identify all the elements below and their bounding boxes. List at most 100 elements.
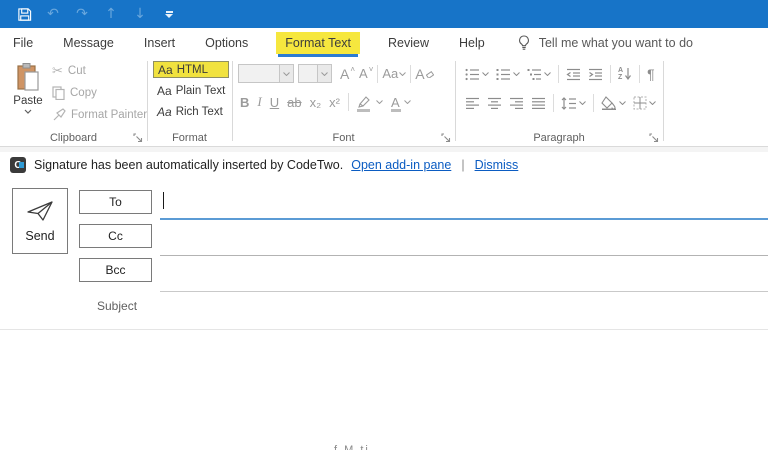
superscript-button[interactable]: x² <box>329 95 340 110</box>
grow-font-button[interactable]: A ˄ <box>340 65 355 82</box>
link-separator: | <box>461 158 465 172</box>
send-label: Send <box>25 229 55 243</box>
clipboard-dialog-launcher-icon[interactable] <box>133 133 143 143</box>
format-rich-text-button[interactable]: Aa Rich Text <box>153 103 229 120</box>
tab-options[interactable]: Options <box>203 31 250 55</box>
to-field[interactable] <box>160 218 768 220</box>
codetwo-logo-icon: C <box>10 157 26 173</box>
font-group-label: Font <box>332 132 355 144</box>
bcc-field[interactable] <box>160 291 768 292</box>
customize-quick-access-icon[interactable] <box>161 6 177 22</box>
to-button[interactable]: To <box>79 190 152 214</box>
format-group-label: Format <box>172 132 207 144</box>
tell-me-box[interactable]: Tell me what you want to do <box>517 34 693 51</box>
tab-format-text[interactable]: Format Text <box>276 31 361 57</box>
italic-button[interactable]: I <box>257 94 261 110</box>
paragraph-dialog-launcher-icon[interactable] <box>649 133 659 143</box>
tab-file[interactable]: File <box>11 31 35 55</box>
format-plain-text-label: Plain Text <box>175 84 226 97</box>
tell-me-label: Tell me what you want to do <box>538 35 693 50</box>
separator <box>553 94 554 112</box>
copy-label: Copy <box>70 86 97 99</box>
paste-button[interactable]: Paste <box>8 62 48 138</box>
tab-review[interactable]: Review <box>386 31 431 55</box>
format-plain-text-button[interactable]: Aa Plain Text <box>153 82 229 99</box>
send-button[interactable]: Send <box>12 188 68 254</box>
subscript-button[interactable]: x₂ <box>310 95 322 110</box>
justify-button[interactable] <box>531 97 546 110</box>
aa-sample: Aa <box>157 104 172 119</box>
text-highlight-color-button[interactable] <box>356 95 383 112</box>
align-center-button[interactable] <box>487 97 502 110</box>
format-html-button[interactable]: Aa HTML <box>153 61 230 78</box>
paintbrush-icon <box>52 107 66 122</box>
scissors-icon: ✂ <box>52 62 63 78</box>
separator <box>593 94 594 112</box>
grow-font-glyph: A <box>340 65 350 82</box>
shading-button[interactable] <box>601 96 626 110</box>
shrink-font-glyph: A <box>359 66 368 81</box>
notification-text: Signature has been automatically inserte… <box>34 158 344 172</box>
cut-button[interactable]: ✂ Cut <box>52 63 147 78</box>
bullet-list-button[interactable] <box>465 68 489 81</box>
redo-icon[interactable]: ↷ <box>74 6 90 22</box>
align-left-button[interactable] <box>465 97 480 110</box>
text-cursor <box>163 192 164 209</box>
format-rich-text-label: Rich Text <box>175 105 223 118</box>
change-case-glyph: Aa <box>382 66 399 81</box>
font-dialog-launcher-icon[interactable] <box>441 133 451 143</box>
bold-button[interactable]: B <box>240 95 249 110</box>
show-paragraph-marks-button[interactable]: ¶ <box>647 66 655 82</box>
format-painter-button[interactable]: Format Painter <box>52 107 147 122</box>
tab-insert[interactable]: Insert <box>142 31 177 55</box>
line-spacing-button[interactable] <box>561 96 586 110</box>
cc-button[interactable]: Cc <box>79 224 152 248</box>
bcc-button[interactable]: Bcc <box>79 258 152 282</box>
increase-indent-button[interactable] <box>588 68 603 81</box>
open-addin-pane-link[interactable]: Open add-in pane <box>351 158 451 172</box>
separator <box>610 65 611 83</box>
dismiss-link[interactable]: Dismiss <box>475 158 519 172</box>
ribbon-tab-bar: File Message Insert Options Format Text … <box>0 28 768 57</box>
clear-formatting-glyph: A <box>415 65 425 82</box>
cc-field[interactable] <box>160 255 768 256</box>
clipboard-group: Paste ✂ Cut Copy Format Painter Clipboar… <box>0 57 147 147</box>
undo-icon[interactable]: ↶ <box>45 6 61 22</box>
separator <box>347 93 349 111</box>
align-right-button[interactable] <box>509 97 524 110</box>
format-painter-label: Format Painter <box>71 108 148 121</box>
tab-message[interactable]: Message <box>61 31 116 55</box>
quick-access-toolbar: ↶ ↷ ↑ ↓ <box>0 6 177 22</box>
decrease-indent-button[interactable] <box>566 68 581 81</box>
sort-button[interactable]: AZ <box>618 67 632 81</box>
change-case-button[interactable]: Aa <box>382 66 407 81</box>
font-name-combobox[interactable] <box>238 64 294 83</box>
font-size-combobox[interactable] <box>298 64 332 83</box>
sort-a: A <box>618 67 624 74</box>
multilevel-list-button[interactable] <box>527 68 551 81</box>
format-html-label: HTML <box>176 63 208 76</box>
codetwo-notification-bar: C Signature has been automatically inser… <box>0 153 768 177</box>
tab-help[interactable]: Help <box>457 31 487 55</box>
title-bar: ↶ ↷ ↑ ↓ <box>0 0 768 28</box>
message-body-area[interactable] <box>0 330 768 450</box>
move-down-icon[interactable]: ↓ <box>132 6 148 22</box>
font-group: A ˄ A ˅ Aa A B I U ab x₂ x² A Font <box>232 57 455 147</box>
ribbon-lower-strip <box>0 147 768 152</box>
save-icon[interactable] <box>16 6 32 22</box>
separator <box>639 65 641 83</box>
font-color-glyph: A <box>390 94 400 110</box>
move-up-icon[interactable]: ↑ <box>103 6 119 22</box>
clear-formatting-button[interactable]: A <box>415 65 434 82</box>
underline-button[interactable]: U <box>270 95 279 110</box>
shrink-font-button[interactable]: A ˅ <box>359 65 373 81</box>
numbered-list-button[interactable] <box>496 68 520 81</box>
strikethrough-button[interactable]: ab <box>287 95 301 110</box>
clipped-body-text: f M ti <box>334 444 370 450</box>
copy-button[interactable]: Copy <box>52 85 147 100</box>
paste-icon <box>15 62 41 92</box>
font-color-button[interactable]: A <box>390 94 411 112</box>
borders-button[interactable] <box>633 96 656 110</box>
paste-label: Paste <box>13 95 43 107</box>
subject-label: Subject <box>97 299 138 313</box>
